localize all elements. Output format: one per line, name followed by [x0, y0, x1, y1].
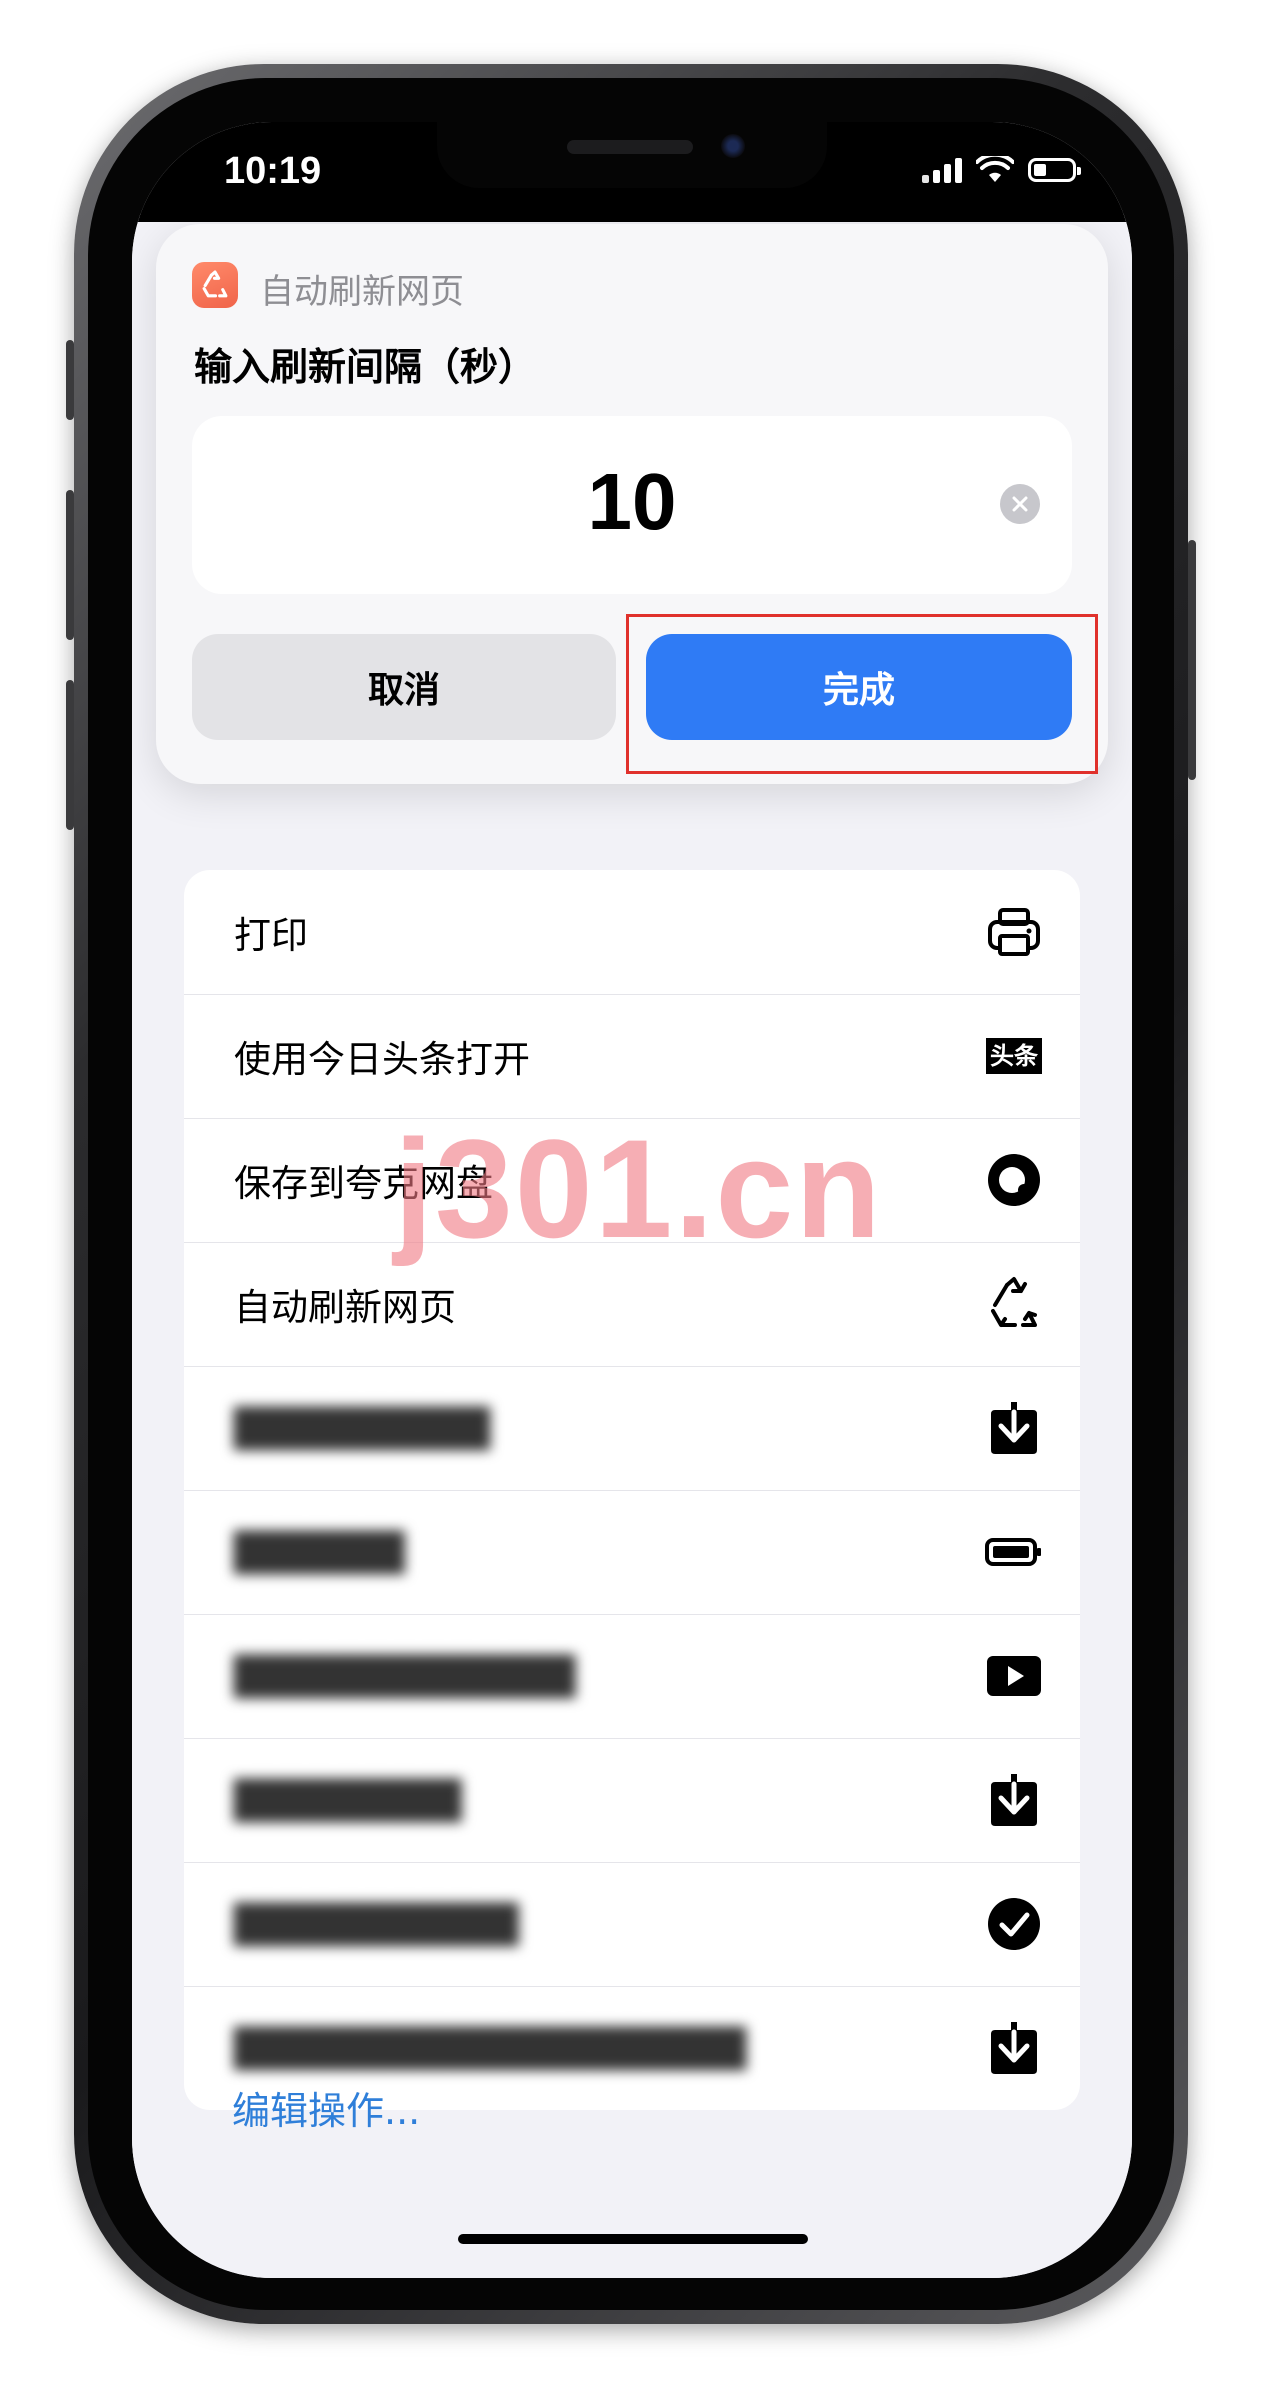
shortcut-name: 自动刷新网页	[260, 272, 464, 312]
action-row-blurred-1[interactable]: █████████	[184, 1366, 1080, 1490]
download-icon	[984, 1398, 1044, 1458]
status-time: 10:19	[224, 150, 322, 192]
wifi-icon	[976, 156, 1014, 182]
download-icon	[984, 2018, 1044, 2078]
status-icons	[922, 156, 1081, 184]
action-row-print[interactable]: 打印	[184, 870, 1080, 994]
power-button	[1188, 540, 1196, 780]
volume-down-button	[66, 680, 74, 830]
battery-icon	[1028, 158, 1081, 182]
action-list: 打印 使用今日头条打开 头条 保存到夸克网盘 自动刷新网页 █████████ …	[184, 870, 1080, 2110]
battery-icon	[984, 1522, 1044, 1582]
action-row-blurred-3[interactable]: ████████████	[184, 1614, 1080, 1738]
home-indicator[interactable]	[458, 2234, 808, 2244]
play-icon	[984, 1646, 1044, 1706]
action-label: 打印	[234, 914, 308, 957]
action-label: ██████████████████	[234, 2026, 747, 2070]
interval-value: 10	[587, 457, 677, 546]
shortcut-app-icon	[192, 262, 238, 308]
download-icon	[984, 1770, 1044, 1830]
watermark: j301.cn	[394, 1110, 883, 1267]
printer-icon	[984, 902, 1044, 962]
interval-input[interactable]: 10	[192, 416, 1072, 594]
action-row-blurred-4[interactable]: ████████	[184, 1738, 1080, 1862]
silent-switch	[66, 340, 74, 420]
front-camera	[721, 134, 745, 158]
action-row-blurred-5[interactable]: ██████████	[184, 1862, 1080, 1986]
recycle-icon	[202, 270, 228, 298]
toutiao-badge: 头条	[986, 1038, 1042, 1074]
action-label: ██████	[234, 1530, 405, 1574]
action-row-blurred-2[interactable]: ██████	[184, 1490, 1080, 1614]
volume-up-button	[66, 490, 74, 640]
edit-actions-link[interactable]: 编辑操作...	[232, 2080, 420, 2135]
speaker-grille	[567, 140, 693, 154]
notch	[437, 122, 827, 188]
action-label: █████████	[234, 1406, 491, 1450]
cancel-button[interactable]: 取消	[192, 634, 616, 740]
clear-input-button[interactable]	[1000, 484, 1040, 524]
done-button-highlight	[626, 614, 1098, 774]
checkmark-icon	[984, 1894, 1044, 1954]
dialog-title: 输入刷新间隔（秒）	[194, 345, 537, 389]
action-label: 使用今日头条打开	[234, 1038, 530, 1081]
cellular-signal-icon	[922, 157, 962, 183]
action-label: ██████████	[234, 1902, 519, 1946]
recycle-icon	[984, 1274, 1044, 1334]
quark-icon	[984, 1150, 1044, 1210]
close-icon	[1012, 496, 1028, 512]
action-label: ████████████	[234, 1654, 576, 1698]
toutiao-icon: 头条	[984, 1026, 1044, 1086]
action-row-toutiao[interactable]: 使用今日头条打开 头条	[184, 994, 1080, 1118]
action-label: ████████	[234, 1778, 462, 1822]
action-label: 自动刷新网页	[234, 1286, 456, 1329]
